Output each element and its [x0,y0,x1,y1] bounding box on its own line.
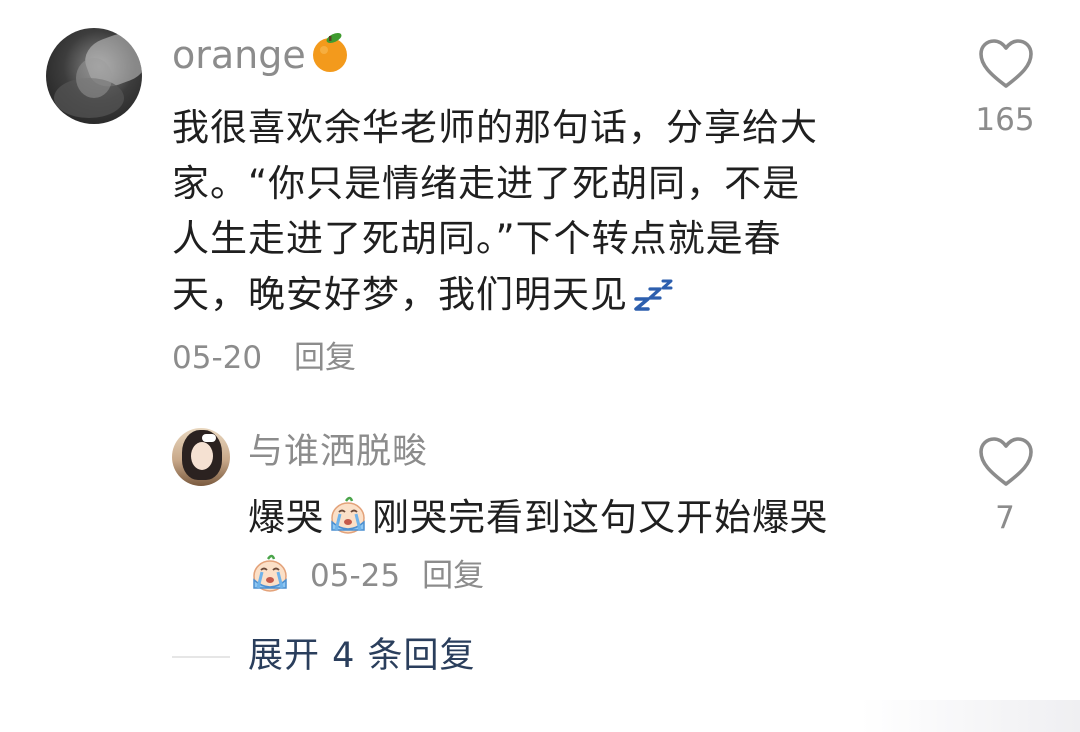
heart-outline-icon[interactable] [978,436,1034,488]
crying-emoji-icon [253,554,287,592]
username-text: orange [172,33,306,77]
comment-date: 05-20 [172,340,263,376]
comment-username[interactable]: orange [172,30,352,80]
comment-reply-button[interactable]: 回复 [294,340,356,376]
avatar-reply-user[interactable] [172,428,230,486]
heart-outline-icon[interactable] [978,38,1034,90]
reply-text-part: 刚哭完看到这句又开始爆哭 [372,496,828,539]
reply-reply-button[interactable]: 回复 [422,558,484,594]
comment-line-text: 天，晚安好梦，我们明天见 [172,272,628,316]
comment-like-count: 165 [975,102,1035,138]
comment-line: 人生走进了死胡同。”下个转点就是春 [172,217,782,260]
avatar-orange[interactable] [46,28,142,124]
reply-like-count: 7 [995,500,1015,536]
reply-meta: 05-25 回复 [248,550,484,599]
comment-line: 我很喜欢余华老师的那句话，分享给大 [172,106,818,149]
comment-body: 我很喜欢余华老师的那句话，分享给大 家。“你只是情绪走进了死胡同，不是 人生走进… [172,100,902,322]
zzz-icon [634,279,673,311]
expand-replies-button[interactable]: 展开 4 条回复 [248,630,476,682]
comment-meta: 05-20 回复 [172,336,356,380]
reply-date: 05-25 [310,558,401,594]
orange-emoji-icon [312,33,347,72]
watermark-fade [860,700,1080,732]
reply-text-part: 爆哭 [248,496,324,539]
comment-line-last: 天，晚安好梦，我们明天见 [172,267,902,323]
comment-line: 家。“你只是情绪走进了死胡同，不是 [172,161,801,205]
reply-body: 爆哭 刚哭完看到这句又开始爆哭 [248,490,828,545]
expand-divider [172,656,230,658]
crying-emoji-icon [331,496,365,534]
reply-username[interactable]: 与谁洒脱畯 [248,427,428,477]
